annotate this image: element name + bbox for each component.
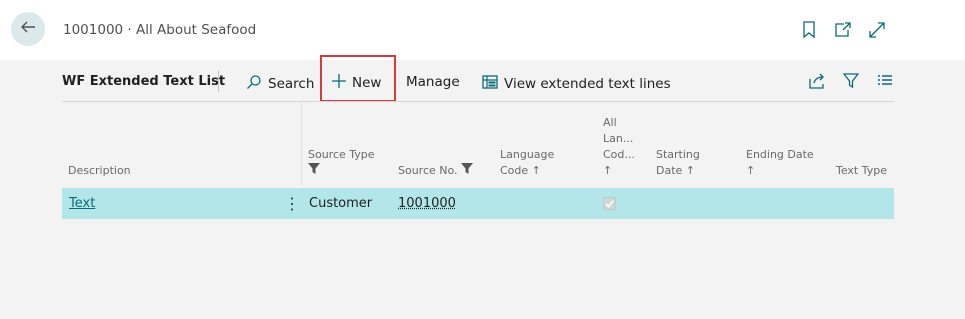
all-languages-checkbox[interactable] <box>603 197 616 210</box>
search-button[interactable]: Search <box>246 74 314 94</box>
list-view-icon[interactable] <box>876 72 894 90</box>
list-title: WF Extended Text List <box>62 74 226 89</box>
search-icon <box>246 74 262 94</box>
source-no-cell[interactable]: 1001000 <box>398 196 456 211</box>
table-row[interactable]: Text ⋮ Customer 1001000 <box>62 188 894 219</box>
page-title: 1001000 · All About Seafood <box>63 22 257 38</box>
column-header-source-no[interactable]: Source No. <box>398 163 474 179</box>
search-label: Search <box>268 76 315 92</box>
divider <box>218 70 219 92</box>
manage-label: Manage <box>406 74 460 90</box>
column-header-text-type[interactable]: Text Type <box>836 163 887 179</box>
source-type-cell: Customer <box>309 196 373 211</box>
new-label: New <box>352 75 382 91</box>
arrow-left-icon <box>19 18 37 40</box>
back-button[interactable] <box>11 12 45 46</box>
top-bar: 1001000 · All About Seafood <box>0 0 965 60</box>
column-divider <box>301 102 302 186</box>
filter-icon <box>461 163 474 179</box>
new-button[interactable]: New <box>332 74 381 92</box>
column-header-language-code[interactable]: Language Code ↑ <box>500 147 554 179</box>
column-header-ending-date[interactable]: Ending Date ↑ <box>746 147 814 179</box>
filter-icon[interactable] <box>842 72 860 90</box>
share-icon[interactable] <box>808 72 826 90</box>
view-lines-label: View extended text lines <box>504 76 671 92</box>
column-header-starting-date[interactable]: Starting Date ↑ <box>656 147 700 179</box>
action-bar: WF Extended Text List Search New Manage … <box>62 66 894 100</box>
view-extended-text-lines-button[interactable]: View extended text lines <box>482 74 671 94</box>
plus-icon <box>332 74 346 92</box>
header-divider <box>62 101 894 102</box>
column-header-all-languages[interactable]: All Lan... Cod... ↑ <box>603 115 635 179</box>
lines-view-icon <box>482 74 498 94</box>
filter-icon <box>308 163 320 179</box>
column-header-source-type[interactable]: Source Type <box>308 147 375 179</box>
manage-menu[interactable]: Manage <box>406 74 460 90</box>
expand-icon[interactable] <box>867 20 887 40</box>
description-link[interactable]: Text <box>69 196 95 211</box>
more-options-icon[interactable]: ⋮ <box>284 194 300 213</box>
open-in-new-window-icon[interactable] <box>833 20 853 40</box>
bookmark-icon[interactable] <box>799 20 819 40</box>
column-header-description[interactable]: Description <box>68 163 131 179</box>
